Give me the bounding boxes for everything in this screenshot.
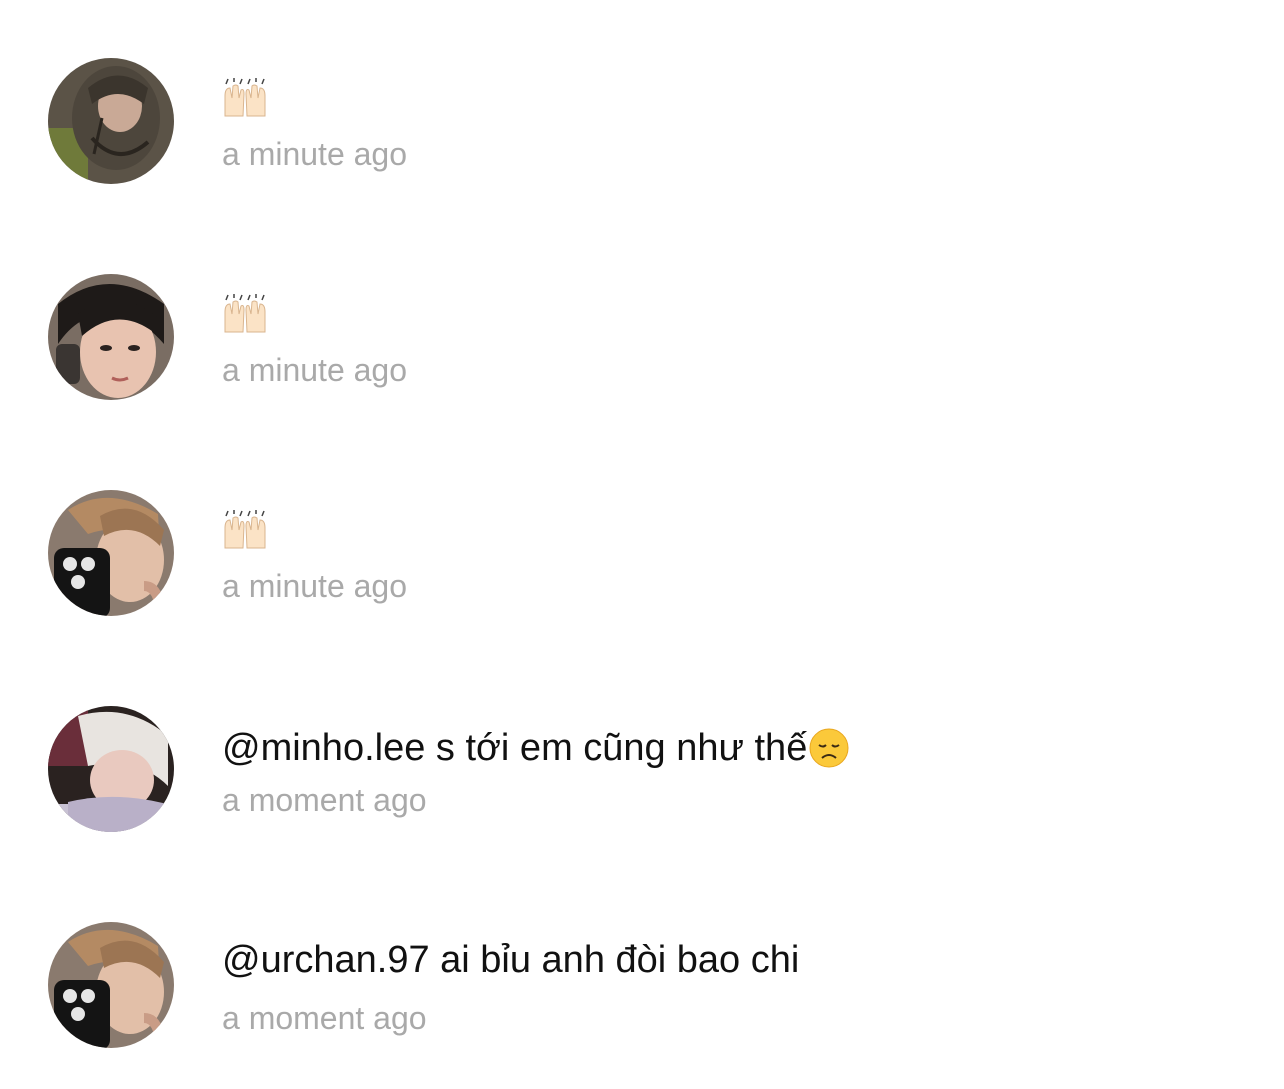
comment-timestamp: a minute ago xyxy=(222,136,408,172)
raising-hands-emoji xyxy=(224,294,266,333)
comment-text-content: @minho.lee s tới em cũng như thế xyxy=(222,727,808,769)
avatar[interactable] xyxy=(48,490,174,616)
comment-timestamp: a minute ago xyxy=(222,352,408,388)
comment-text: @minho.lee s tới em cũng như thế xyxy=(222,724,1222,772)
comment-timestamp: a moment ago xyxy=(222,782,427,818)
comment-item: @minho.lee s tới em cũng như thế a momen… xyxy=(0,706,1284,846)
avatar[interactable] xyxy=(48,274,174,400)
comment-item: a minute ago xyxy=(0,58,1284,198)
raising-hands-emoji xyxy=(224,510,266,549)
comment-text xyxy=(222,58,1222,118)
comment-timestamp: a moment ago xyxy=(222,1000,427,1036)
raising-hands-emoji xyxy=(224,78,266,117)
comment-text-content: @urchan.97 ai bỉu anh đòi bao chi xyxy=(222,939,800,981)
avatar[interactable] xyxy=(48,706,174,832)
avatar[interactable] xyxy=(48,922,174,1048)
comment-item: @urchan.97 ai bỉu anh đòi bao chi a mome… xyxy=(0,922,1284,1062)
comment-item: a minute ago xyxy=(0,274,1284,414)
comment-text xyxy=(222,274,1222,334)
comment-list: a minute ago a minute ago a minute ago @… xyxy=(0,0,1284,1089)
disappointed-face-emoji xyxy=(809,728,849,768)
comment-timestamp: a minute ago xyxy=(222,568,408,604)
comment-item: a minute ago xyxy=(0,490,1284,630)
avatar[interactable] xyxy=(48,58,174,184)
comment-text: @urchan.97 ai bỉu anh đòi bao chi xyxy=(222,936,1222,984)
comment-text xyxy=(222,490,1222,550)
